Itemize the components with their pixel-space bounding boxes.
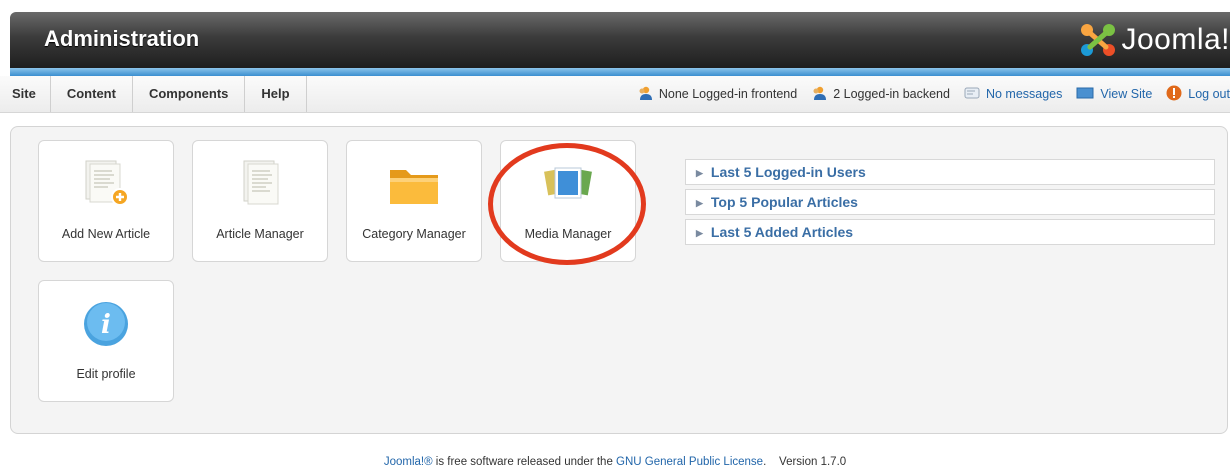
quickicon-add-new-article[interactable]: Add New Article <box>38 140 174 262</box>
logout-link[interactable]: Log out <box>1166 85 1230 104</box>
expand-arrow-icon: ▶ <box>696 198 703 208</box>
monitor-icon <box>1076 87 1094 102</box>
status-frontend: None Logged-in frontend <box>637 86 797 103</box>
module-last-added-articles[interactable]: ▶ Last 5 Added Articles <box>685 219 1215 245</box>
menu-components[interactable]: Components <box>133 76 246 112</box>
menu-bar: Site Content Components Help None Logged… <box>0 76 1230 113</box>
svg-text:i: i <box>101 310 111 340</box>
menu-content[interactable]: Content <box>51 76 133 112</box>
license-link[interactable]: GNU General Public License <box>616 456 763 468</box>
quickicon-label: Add New Article <box>61 227 151 241</box>
highlight-circle-annotation <box>488 143 646 265</box>
main-menu: Site Content Components Help <box>0 76 307 112</box>
header-accent-stripe <box>10 68 1230 76</box>
backend-label: 2 Logged-in backend <box>833 87 950 101</box>
frontend-label: None Logged-in frontend <box>658 87 798 101</box>
module-last-logged-in-users[interactable]: ▶ Last 5 Logged-in Users <box>685 159 1215 185</box>
page-title: Administration <box>44 26 200 51</box>
folder-icon <box>347 159 481 209</box>
expand-arrow-icon: ▶ <box>696 168 703 178</box>
logo-text: Joomla! <box>1121 23 1230 56</box>
joomla-link[interactable]: Joomla!® <box>384 456 433 468</box>
info-icon: i <box>39 299 173 349</box>
footer-text: is free software released under the <box>432 456 617 468</box>
footer: Joomla!® is free software released under… <box>0 456 1230 468</box>
quickicon-edit-profile[interactable]: i Edit profile <box>38 280 174 402</box>
module-top-popular-articles[interactable]: ▶ Top 5 Popular Articles <box>685 189 1215 215</box>
quickicon-category-manager[interactable]: Category Manager <box>346 140 482 262</box>
module-label: Top 5 Popular Articles <box>710 194 858 210</box>
add-article-icon <box>39 159 173 209</box>
status-bar: None Logged-in frontend 2 Logged-in back… <box>623 76 1230 112</box>
module-list: ▶ Last 5 Logged-in Users ▶ Top 5 Popular A… <box>685 159 1215 249</box>
module-label: Last 5 Added Articles <box>710 224 854 240</box>
view-site-label: View Site <box>1100 87 1153 101</box>
article-icon <box>193 159 327 209</box>
menu-site[interactable]: Site <box>0 76 51 112</box>
joomla-logo[interactable]: Joomla! <box>1079 20 1230 60</box>
quickicon-label: Edit profile <box>76 367 136 381</box>
users-icon <box>811 86 827 103</box>
logout-label: Log out <box>1188 87 1230 101</box>
module-label: Last 5 Logged-in Users <box>710 164 866 180</box>
joomla-logo-icon <box>1081 24 1116 56</box>
menu-help[interactable]: Help <box>245 76 307 112</box>
quickicon-article-manager[interactable]: Article Manager <box>192 140 328 262</box>
status-backend: 2 Logged-in backend <box>811 86 950 103</box>
message-icon <box>964 87 980 102</box>
expand-arrow-icon: ▶ <box>696 228 703 238</box>
logout-icon <box>1166 85 1182 104</box>
quickicon-label: Category Manager <box>362 227 466 241</box>
users-icon <box>637 86 653 103</box>
admin-header: Administration Joomla! <box>10 12 1230 68</box>
version-text: . Version 1.7.0 <box>763 456 847 468</box>
view-site-link[interactable]: View Site <box>1076 87 1152 102</box>
messages-link[interactable]: No messages <box>964 87 1062 102</box>
quickicon-label: Article Manager <box>216 227 304 241</box>
messages-label: No messages <box>985 87 1063 101</box>
